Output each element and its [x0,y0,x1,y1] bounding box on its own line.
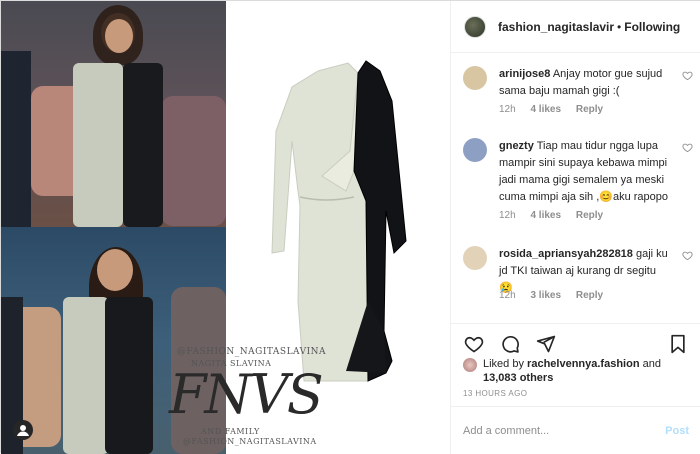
comment-likes[interactable]: 4 likes [530,210,561,221]
comment-likes[interactable]: 3 likes [530,290,561,301]
person-left [1,51,31,227]
photo-top [1,1,226,227]
commenter-avatar[interactable] [463,66,487,90]
commenter-avatar[interactable] [463,138,487,162]
comment-meta: 12h 3 likes Reply [499,290,615,301]
watermark-family: AND FAMILY [201,427,260,436]
comment-icon[interactable] [500,334,520,354]
reply-button[interactable]: Reply [576,210,603,221]
bookmark-icon[interactable] [669,334,687,354]
comment-item: arinijose8 Anjay motor gue sujud sama ba… [463,54,695,126]
dress-light [63,297,109,454]
comment-username[interactable]: arinijose8 [499,68,550,80]
comment-item: gnezty Tiap mau tidur ngga lupa mampir s… [463,126,695,234]
comment-meta: 12h 4 likes Reply [499,104,615,115]
comment-time: 12h [499,290,516,301]
action-icons [464,334,556,354]
action-bar [451,323,700,354]
watermark-handle-bottom: @FASHION_NAGITASLAVINA [183,437,317,446]
dress-dark [123,63,163,227]
person-face [97,249,133,291]
post-timestamp[interactable]: 13 HOURS AGO [463,389,527,398]
reply-button[interactable]: Reply [576,104,603,115]
heart-icon[interactable] [682,70,693,81]
user-tag-icon[interactable] [13,420,33,440]
likes-prefix: Liked by [483,358,524,370]
comment-likes[interactable]: 4 likes [530,104,561,115]
following-button[interactable]: Following [624,20,680,34]
owner-avatar[interactable] [464,15,486,38]
heart-icon[interactable] [464,334,484,354]
likes-others[interactable]: 13,083 others [483,372,553,384]
owner-username[interactable]: fashion_nagitaslavir [498,20,614,34]
watermark-handle: @FASHION_NAGITASLAVINA [177,347,327,357]
comment-input[interactable] [463,424,666,437]
comment-username[interactable]: gnezty [499,140,534,152]
heart-icon[interactable] [682,250,693,261]
comment-text: arinijose8 Anjay motor gue sujud sama ba… [499,66,669,100]
commenter-avatar[interactable] [463,246,487,270]
comments-list[interactable]: arinijose8 Anjay motor gue sujud sama ba… [451,54,700,322]
comment-username[interactable]: rosida_apriansyah282818 [499,248,633,260]
liker-username[interactable]: rachelvennya.fashion [527,358,640,370]
dress-dark [105,297,153,454]
post-side-panel: fashion_nagitaslavir • Following arinijo… [450,1,700,454]
post-header: fashion_nagitaslavir • Following [451,1,700,53]
comment-meta: 12h 4 likes Reply [499,210,615,221]
dress-light [73,63,123,227]
sofa [161,96,226,226]
watermark-monogram: FNVS [169,363,324,426]
likes-text: Liked by rachelvennya.fashion and 13,083… [483,357,661,385]
reply-button[interactable]: Reply [576,290,603,301]
post-button[interactable]: Post [665,425,689,437]
post-dialog: @FASHION_NAGITASLAVINA NAGITA SLAVINA FN… [0,0,700,454]
comment-item: rosida_apriansyah282818 gaji ku jd TKI t… [463,234,695,312]
person-face [105,19,133,53]
header-separator: • [617,19,622,34]
likes-joiner: and [642,358,661,370]
likes-summary: Liked by rachelvennya.fashion and 13,083… [463,357,661,385]
share-icon[interactable] [536,334,556,354]
add-comment-bar: Post [451,406,700,454]
comment-time: 12h [499,104,516,115]
liker-avatar[interactable] [463,358,477,372]
post-media[interactable]: @FASHION_NAGITASLAVINA NAGITA SLAVINA FN… [1,1,450,454]
comment-time: 12h [499,210,516,221]
comment-text: gnezty Tiap mau tidur ngga lupa mampir s… [499,138,669,206]
heart-icon[interactable] [682,142,693,153]
